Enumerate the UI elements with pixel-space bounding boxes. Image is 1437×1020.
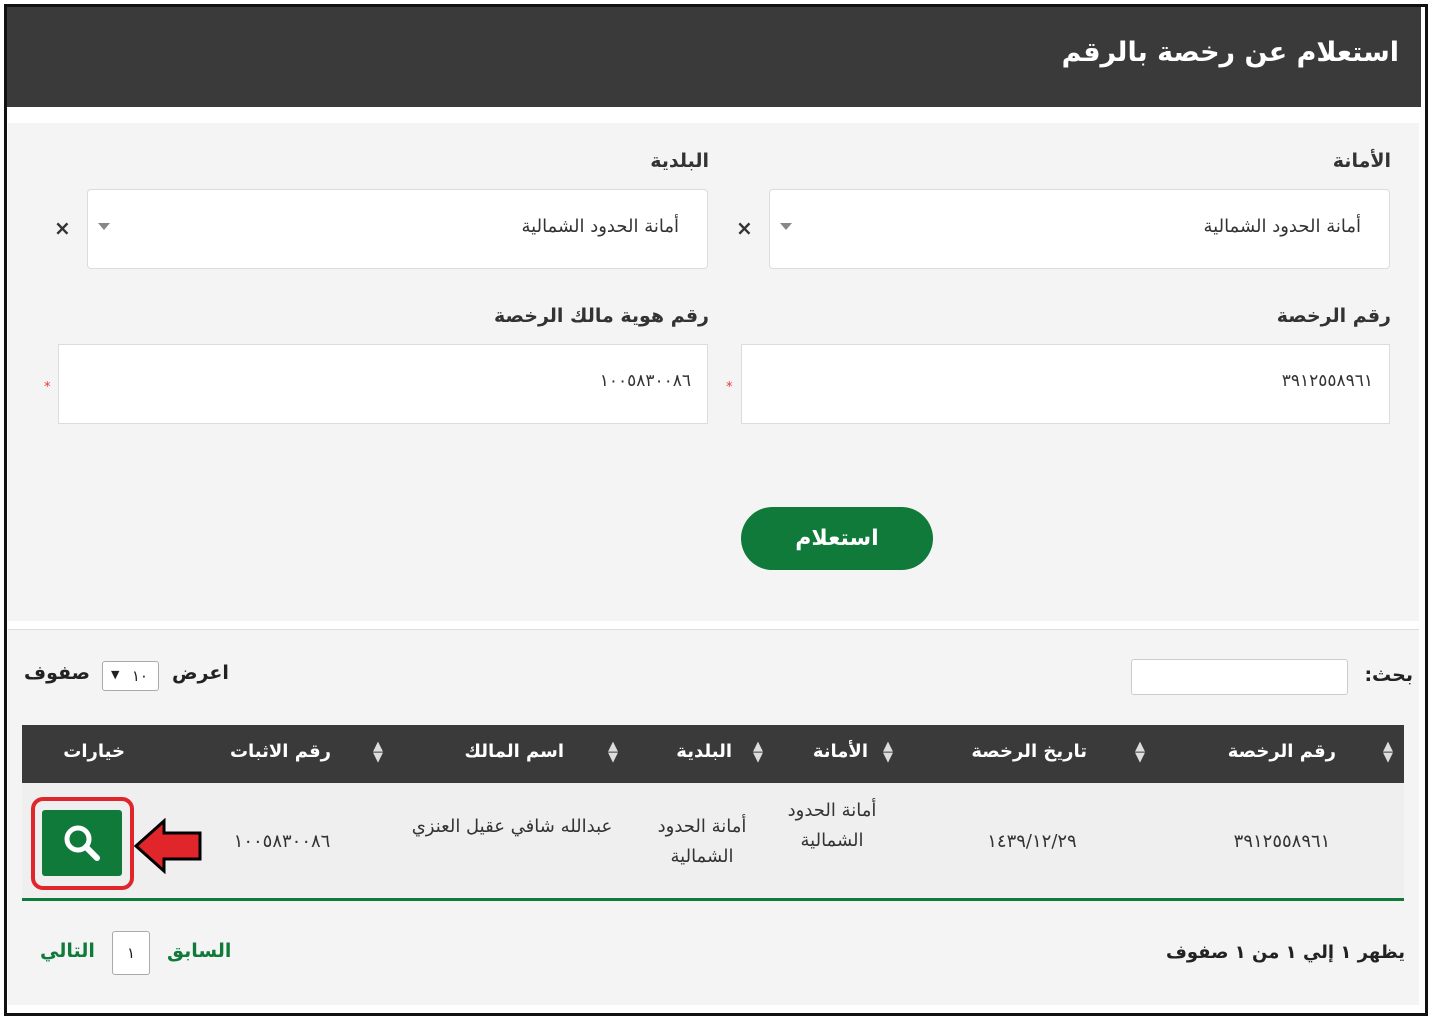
- cell-id-number: ١٠٠٥٨٣٠٠٨٦: [233, 831, 331, 852]
- amana-clear-icon[interactable]: ×: [736, 216, 753, 240]
- baladia-label: البلدية: [650, 150, 709, 172]
- pointer-arrow-icon: [133, 818, 202, 874]
- license-number-input[interactable]: ٣٩١٢٥٥٨٩٦١: [741, 344, 1390, 424]
- page-length-value: ١٠: [131, 667, 148, 685]
- page-header: استعلام عن رخصة بالرقم: [7, 7, 1421, 107]
- sort-icon[interactable]: ▲ ▼: [1135, 740, 1145, 764]
- search-label: بحث:: [1364, 664, 1413, 686]
- baladia-select-value: أمانة الحدود الشمالية: [521, 216, 680, 237]
- sort-icon[interactable]: ▲ ▼: [608, 740, 618, 764]
- page-title: استعلام عن رخصة بالرقم: [1061, 37, 1399, 68]
- table-header: ▲ ▼ رقم الرخصة ▲ ▼ تاريخ الرخصة ▲ ▼ الأمانة…: [22, 725, 1404, 783]
- table-search-input[interactable]: [1131, 659, 1348, 695]
- license-number-value: ٣٩١٢٥٥٨٩٦١: [1281, 371, 1373, 391]
- column-header-baladia[interactable]: البلدية: [676, 741, 732, 762]
- column-header-amana[interactable]: الأمانة: [813, 741, 868, 762]
- inquiry-button[interactable]: استعلام: [741, 507, 933, 570]
- rows-label: صفوف: [24, 662, 91, 684]
- column-header-id-number[interactable]: رقم الاثبات: [230, 741, 331, 762]
- pagination-page-1[interactable]: ١: [112, 931, 150, 975]
- column-header-license-number[interactable]: رقم الرخصة: [1228, 741, 1336, 762]
- column-header-license-date[interactable]: تاريخ الرخصة: [971, 741, 1087, 762]
- chevron-down-icon: [780, 223, 792, 230]
- highlight-box: [31, 797, 134, 890]
- cell-license-number: ٣٩١٢٥٥٨٩٦١: [1233, 831, 1331, 852]
- chevron-down-icon: [98, 223, 110, 230]
- page-length-select[interactable]: ١٠ ▼: [102, 661, 159, 691]
- amana-label: الأمانة: [1332, 150, 1391, 172]
- cell-license-date: ١٤٣٩/١٢/٢٩: [987, 831, 1077, 852]
- baladia-clear-icon[interactable]: ×: [54, 216, 71, 240]
- column-header-options: خيارات: [63, 741, 125, 762]
- pagination-previous[interactable]: السابق: [167, 940, 231, 962]
- owner-id-value: ١٠٠٥٨٣٠٠٨٦: [599, 371, 691, 391]
- sort-icon[interactable]: ▲ ▼: [883, 740, 893, 764]
- amana-select-value: أمانة الحدود الشمالية: [1203, 216, 1362, 237]
- owner-id-input[interactable]: ١٠٠٥٨٣٠٠٨٦: [58, 344, 708, 424]
- cell-amana: أمانة الحدود الشمالية: [787, 800, 877, 851]
- cell-owner-name: عبدالله شافي عقيل العنزي: [411, 816, 613, 837]
- cell-baladia: أمانة الحدود الشمالية: [657, 816, 747, 867]
- column-header-owner-name[interactable]: اسم المالك: [464, 741, 564, 762]
- show-label: اعرض: [172, 662, 229, 684]
- amana-select[interactable]: أمانة الحدود الشمالية: [769, 189, 1390, 269]
- sort-icon[interactable]: ▲ ▼: [753, 740, 763, 764]
- table-info: يظهر ١ إلي ١ من ١ صفوف: [1165, 942, 1405, 963]
- pagination-next[interactable]: التالي: [40, 940, 95, 962]
- sort-icon[interactable]: ▲ ▼: [1383, 740, 1393, 764]
- owner-id-label: رقم هوية مالك الرخصة: [494, 305, 709, 327]
- table-row: ٣٩١٢٥٥٨٩٦١ ١٤٣٩/١٢/٢٩ أمانة الحدود الشما…: [22, 783, 1404, 901]
- chevron-down-icon: ▼: [111, 668, 120, 681]
- required-mark: *: [726, 380, 733, 395]
- license-number-label: رقم الرخصة: [1276, 305, 1391, 327]
- baladia-select[interactable]: أمانة الحدود الشمالية: [87, 189, 708, 269]
- sort-icon[interactable]: ▲ ▼: [373, 740, 383, 764]
- required-mark: *: [44, 380, 51, 395]
